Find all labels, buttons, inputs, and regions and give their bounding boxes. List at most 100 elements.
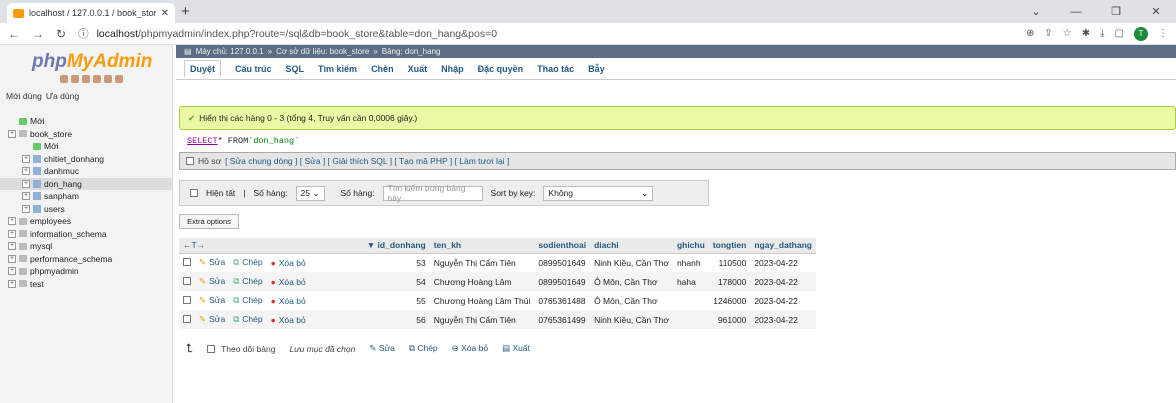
table-cell[interactable]: Ô Môn, Cần Thơ bbox=[590, 272, 673, 291]
sidebar-item-phpmyadmin[interactable]: + phpmyadmin bbox=[0, 265, 172, 278]
new-tab-button[interactable]: + bbox=[181, 3, 190, 20]
forward-icon[interactable]: → bbox=[32, 27, 44, 41]
column-header[interactable]: tongtien bbox=[708, 238, 751, 254]
expand-icon[interactable]: + bbox=[8, 267, 16, 276]
table-cell[interactable]: 0899501649 bbox=[534, 272, 591, 291]
table-cell[interactable]: Chương Hoàng Lâm Thúi bbox=[429, 291, 535, 310]
table-cell[interactable]: 2023-04-22 bbox=[750, 310, 816, 329]
reload-icon[interactable]: ↻ bbox=[56, 27, 66, 41]
check-all-checkbox[interactable] bbox=[207, 344, 216, 353]
sidepanel-icon[interactable]: ▢ bbox=[1115, 28, 1124, 39]
tab-Thao tác[interactable]: Thao tác bbox=[537, 64, 574, 74]
delete-button[interactable]: ● Xóa bỏ bbox=[266, 291, 310, 310]
tab-Bẫy[interactable]: Bẫy bbox=[588, 64, 605, 74]
table-cell[interactable]: 961000 bbox=[708, 310, 751, 329]
restore-button[interactable]: ❐ bbox=[1096, 0, 1136, 23]
breadcrumb-table[interactable]: Bảng: don_hang bbox=[382, 47, 441, 56]
menu-icon[interactable]: ⋮ bbox=[1158, 28, 1168, 39]
chevron-down-icon[interactable]: ⌄ bbox=[1016, 0, 1056, 23]
help-icon[interactable] bbox=[82, 75, 90, 83]
avatar[interactable]: T bbox=[1134, 26, 1148, 41]
table-cell[interactable]: 54 bbox=[309, 272, 430, 291]
url-field[interactable]: ⓘ localhost/phpmyadmin/index.php?route=/… bbox=[78, 24, 1014, 43]
bulk-edit-button[interactable]: ✎ Sửa bbox=[369, 343, 395, 354]
table-cell[interactable]: 0899501649 bbox=[534, 253, 591, 272]
table-cell[interactable]: 2023-04-22 bbox=[750, 272, 816, 291]
row-checkbox[interactable] bbox=[183, 257, 191, 266]
extra-options-button[interactable]: Extra options bbox=[179, 214, 239, 229]
table-cell[interactable] bbox=[672, 310, 709, 329]
docs-icon[interactable] bbox=[93, 75, 101, 83]
table-cell[interactable]: Ô Môn, Cần Thơ bbox=[590, 291, 673, 310]
table-cell[interactable]: Nguyễn Thị Cẩm Tiên bbox=[429, 253, 535, 272]
tab-Tìm kiếm[interactable]: Tìm kiếm bbox=[318, 64, 357, 74]
table-cell[interactable]: Ninh Kiều, Cần Thơ bbox=[590, 253, 673, 272]
home-icon[interactable] bbox=[60, 75, 68, 83]
filter-input[interactable]: Tìm kiếm trong bảng này bbox=[382, 183, 483, 203]
column-arrows[interactable]: ←T→ bbox=[179, 238, 310, 254]
bulk-copy-button[interactable]: ⧉ Chép bbox=[409, 343, 438, 354]
column-header[interactable]: ghichu bbox=[672, 238, 709, 254]
tab-Duyệt[interactable]: Duyệt bbox=[184, 60, 222, 77]
sidebar-item-book_store[interactable]: + book_store bbox=[0, 128, 172, 141]
copy-button[interactable]: ⧉ Chép bbox=[229, 291, 267, 310]
tab-favorites[interactable]: Ưa dùng bbox=[46, 91, 79, 101]
expand-icon[interactable]: + bbox=[22, 154, 30, 163]
table-cell[interactable]: 0765361488 bbox=[534, 291, 591, 310]
expand-icon[interactable]: + bbox=[8, 279, 16, 288]
back-icon[interactable]: ← bbox=[8, 27, 20, 41]
table-cell[interactable]: 55 bbox=[309, 291, 430, 310]
expand-icon[interactable]: + bbox=[8, 242, 16, 251]
table-cell[interactable]: Chương Hoàng Lâm bbox=[429, 272, 535, 291]
table-cell[interactable]: Nguyễn Thị Cẩm Tiên bbox=[429, 310, 535, 329]
sidebar-item-danhmuc[interactable]: + danhmuc bbox=[0, 165, 172, 178]
column-header[interactable]: ten_kh bbox=[429, 238, 535, 254]
tab-Xuất[interactable]: Xuất bbox=[408, 64, 428, 74]
tab-Nhập[interactable]: Nhập bbox=[441, 64, 464, 74]
sidebar-item-chitiet_donhang[interactable]: + chitiet_donhang bbox=[0, 153, 172, 166]
sidebar-item-information_schema[interactable]: + information_schema bbox=[0, 228, 172, 241]
show-all-checkbox[interactable] bbox=[190, 189, 198, 197]
row-checkbox[interactable] bbox=[183, 276, 191, 285]
edit-button[interactable]: ✎ Sửa bbox=[195, 253, 230, 272]
table-cell[interactable]: 2023-04-22 bbox=[750, 291, 816, 310]
column-header[interactable]: ngay_dathang bbox=[750, 238, 816, 254]
row-checkbox[interactable] bbox=[183, 295, 191, 304]
expand-icon[interactable]: + bbox=[8, 129, 16, 138]
sort-select[interactable]: Không ⌄ bbox=[543, 185, 654, 201]
tab-Cấu trúc[interactable]: Cấu trúc bbox=[235, 64, 272, 74]
sidebar-item-employees[interactable]: + employees bbox=[0, 215, 172, 228]
info-icon[interactable]: ⓘ bbox=[78, 26, 89, 41]
table-cell[interactable]: 178000 bbox=[708, 272, 751, 291]
copy-button[interactable]: ⧉ Chép bbox=[229, 272, 267, 291]
column-header[interactable]: ▼ id_donhang bbox=[309, 238, 430, 254]
query-links[interactable]: [ Sửa chung dòng ] [ Sửa ] [ Giải thích … bbox=[225, 156, 509, 166]
minimize-button[interactable]: — bbox=[1056, 0, 1096, 23]
breadcrumb-db[interactable]: Cơ sở dữ liệu: book_store bbox=[276, 47, 369, 56]
edit-button[interactable]: ✎ Sửa bbox=[195, 310, 230, 329]
copy-button[interactable]: ⧉ Chép bbox=[229, 310, 267, 329]
rows-select[interactable]: 25 ⌄ bbox=[295, 185, 325, 201]
delete-button[interactable]: ● Xóa bỏ bbox=[266, 272, 310, 291]
close-window-button[interactable]: ✕ bbox=[1136, 0, 1176, 23]
sidebar-item-users[interactable]: + users bbox=[0, 203, 172, 216]
edit-button[interactable]: ✎ Sửa bbox=[195, 291, 230, 310]
table-cell[interactable]: 53 bbox=[309, 253, 430, 272]
row-checkbox[interactable] bbox=[183, 314, 191, 323]
sidebar-item-performance_schema[interactable]: + performance_schema bbox=[0, 253, 172, 266]
sidebar-item-mysql[interactable]: + mysql bbox=[0, 240, 172, 253]
tab-recent[interactable]: Mới dùng bbox=[6, 91, 42, 101]
table-cell[interactable]: 2023-04-22 bbox=[750, 253, 816, 272]
expand-icon[interactable]: + bbox=[22, 179, 30, 188]
zoom-icon[interactable]: ⊕ bbox=[1026, 28, 1034, 39]
extensions-icon[interactable]: ✱ bbox=[1082, 28, 1090, 39]
tab-Đặc quyền[interactable]: Đặc quyền bbox=[478, 64, 524, 74]
expand-icon[interactable]: + bbox=[8, 254, 16, 263]
sidebar-item-Mới[interactable]: Mới bbox=[0, 140, 172, 153]
column-header[interactable]: diachi bbox=[590, 238, 673, 254]
column-header[interactable]: sodienthoai bbox=[534, 238, 591, 254]
settings-icon[interactable] bbox=[104, 75, 112, 83]
copy-button[interactable]: ⧉ Chép bbox=[229, 253, 267, 272]
sidebar-item-sanpham[interactable]: + sanpham bbox=[0, 190, 172, 203]
sort-desc-icon[interactable]: ▼ bbox=[367, 240, 378, 250]
